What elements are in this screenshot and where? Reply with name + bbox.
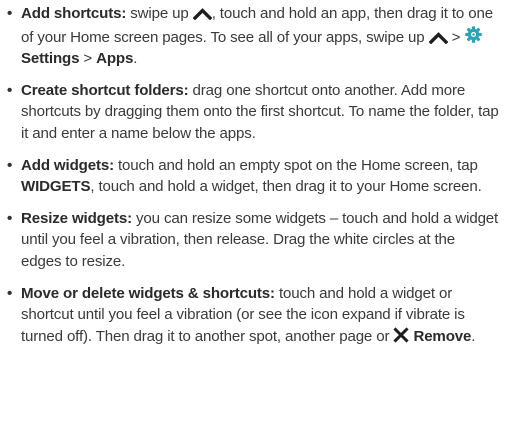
- tip-text: swipe up: [126, 5, 193, 22]
- tip-move-delete: • Move or delete widgets & shortcuts: to…: [5, 283, 499, 348]
- chevron-up-icon: [428, 31, 448, 44]
- bullet: •: [7, 5, 13, 22]
- tip-text: >: [79, 50, 97, 68]
- tip-title: Add shortcuts:: [21, 5, 127, 22]
- tip-resize-widgets: • Resize widgets: you can resize some wi…: [5, 208, 499, 273]
- remove-label: Remove: [413, 327, 472, 345]
- bullet: •: [7, 156, 13, 174]
- tip-text: >: [447, 28, 465, 46]
- tip-text: touch and hold an empty spot on the Home…: [113, 156, 478, 174]
- tip-title: Create shortcut folders:: [21, 81, 189, 99]
- tips-list: • Add shortcuts: swipe up , touch and ho…: [5, 3, 499, 347]
- tip-text: .: [133, 50, 138, 68]
- widgets-label: WIDGETS: [21, 178, 91, 196]
- tip-add-widgets: • Add widgets: touch and hold an empty s…: [5, 155, 499, 198]
- bullet: •: [7, 81, 13, 99]
- settings-label: Settings: [21, 50, 80, 68]
- bullet: •: [7, 209, 13, 227]
- close-icon: [393, 327, 410, 343]
- apps-label: Apps: [96, 50, 134, 68]
- tip-create-folders: • Create shortcut folders: drag one shor…: [5, 80, 499, 145]
- bullet: •: [7, 284, 13, 302]
- tip-text: .: [471, 327, 476, 345]
- tip-title: Move or delete widgets & shortcuts:: [21, 284, 275, 302]
- tip-add-shortcuts: • Add shortcuts: swipe up , touch and ho…: [5, 3, 499, 70]
- help-page: • Add shortcuts: swipe up , touch and ho…: [0, 0, 505, 440]
- tip-text: , touch and hold a widget, then drag it …: [90, 178, 482, 196]
- gear-icon: [464, 25, 483, 44]
- tip-title: Resize widgets:: [21, 209, 132, 227]
- tip-title: Add widgets:: [21, 156, 114, 174]
- chevron-up-icon: [192, 7, 212, 20]
